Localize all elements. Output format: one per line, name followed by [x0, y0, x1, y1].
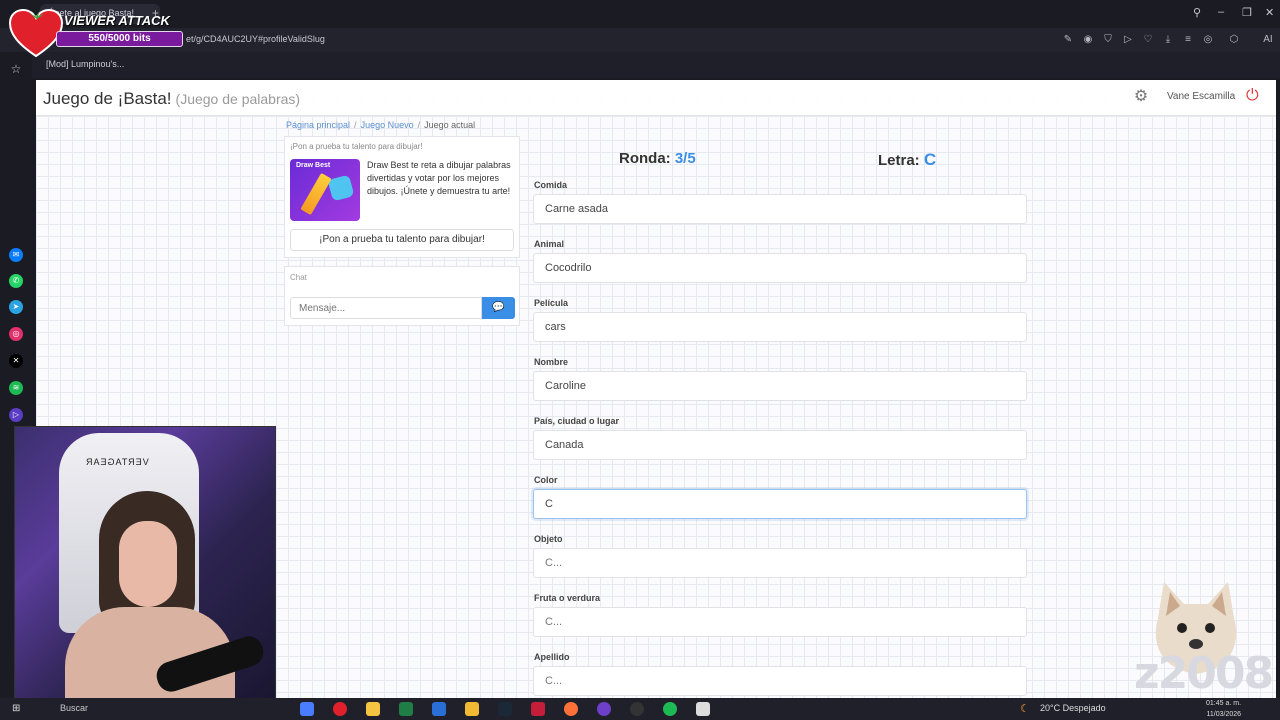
whatsapp-icon[interactable]: ✆	[9, 274, 23, 288]
shield-icon[interactable]: ⛉	[1102, 34, 1114, 46]
obs-icon[interactable]	[630, 702, 644, 716]
bookmarks-bar	[0, 52, 1280, 78]
field-label-nombre: Nombre	[534, 357, 569, 367]
browser-tab-bar	[0, 0, 1280, 28]
windows-start-icon[interactable]: ⊞	[12, 703, 20, 714]
user-name[interactable]: Vane Escamilla	[1167, 91, 1235, 102]
spotify-taskbar-icon[interactable]	[663, 702, 677, 716]
field-label-objeto: Objeto	[534, 534, 563, 544]
field-input-objeto[interactable]	[533, 548, 1027, 578]
send-message-button[interactable]: 💬	[482, 297, 515, 319]
chair-brand-text: VERTAGEAR	[85, 457, 149, 467]
bookmark-item[interactable]: [Mod] Lumpinou's...	[46, 59, 124, 69]
weather-icon: ☾	[1020, 703, 1030, 715]
opera-icon[interactable]	[333, 702, 347, 716]
chat-panel: Chat 💬	[284, 266, 520, 326]
breadcrumb: Página principal / Juego Nuevo / Juego actua…	[286, 120, 476, 130]
app-icon-1[interactable]	[300, 702, 314, 716]
camera-icon[interactable]: ◉	[1082, 34, 1094, 46]
breadcrumb-home[interactable]: Página principal	[286, 120, 350, 130]
brand-title: Juego de ¡Basta!	[43, 89, 172, 108]
promo-card: ¡Pon a prueba tu talento para dibujar! D…	[284, 136, 520, 258]
app-icon-10[interactable]	[597, 702, 611, 716]
field-label-fruta: Fruta o verdura	[534, 593, 601, 603]
gear-icon[interactable]: ⚙	[1132, 88, 1150, 106]
field-input-animal[interactable]	[533, 253, 1027, 283]
promo-title: ¡Pon a prueba tu talento para dibujar!	[290, 142, 423, 151]
app-icon-8[interactable]	[531, 702, 545, 716]
power-icon[interactable]: ⏻	[1246, 87, 1259, 105]
close-icon[interactable]: ✕	[1265, 6, 1274, 19]
field-label-pais: País, ciudad o lugar	[534, 416, 620, 426]
steam-icon[interactable]	[498, 702, 512, 716]
extension-icon[interactable]: ⬡	[1228, 34, 1240, 46]
chat-message-input[interactable]	[290, 297, 482, 319]
letter-label: Letra:	[878, 152, 920, 169]
promo-image-label: Draw Best	[296, 162, 331, 169]
clock-date: 11/03/2026	[1206, 711, 1242, 718]
field-label-color: Color	[534, 475, 558, 485]
app-icon-13[interactable]	[696, 702, 710, 716]
profile-icon[interactable]: ◎	[1202, 34, 1214, 46]
field-label-comida: Comida	[534, 180, 568, 190]
webcam-overlay: VERTAGEAR	[14, 426, 276, 700]
field-input-apellido[interactable]	[533, 666, 1027, 696]
promo-image[interactable]: Draw Best	[290, 159, 360, 221]
star-icon[interactable]: ☆	[9, 62, 23, 76]
letter-indicator: Letra: C	[878, 150, 936, 170]
messenger-icon[interactable]: ✉	[9, 248, 23, 262]
excel-icon[interactable]	[399, 702, 413, 716]
bits-progress-bar: 550/5000 bits	[56, 31, 183, 47]
heart-icon[interactable]: ♡	[1142, 34, 1154, 46]
promo-text: Draw Best te reta a dibujar palabras div…	[367, 160, 511, 196]
round-value: 3/5	[674, 150, 696, 167]
field-input-fruta[interactable]	[533, 607, 1027, 637]
ai-icon[interactable]: AI	[1258, 34, 1278, 46]
taskbar-clock[interactable]: 01:45 a. m. 11/03/2026	[1206, 698, 1241, 720]
menu-icon[interactable]: ≡	[1182, 34, 1194, 46]
telegram-icon[interactable]: ➤	[9, 300, 23, 314]
weather-text[interactable]: 20°C Despejado	[1040, 703, 1106, 713]
brand-subtitle: (Juego de palabras)	[175, 91, 301, 107]
breadcrumb-current: Juego actual	[424, 120, 476, 130]
field-input-pelicula[interactable]	[533, 312, 1027, 342]
viewer-attack-title: VIEWER ATTACK	[64, 13, 170, 28]
edit-icon[interactable]: ✎	[1062, 34, 1074, 46]
field-input-comida[interactable]	[533, 194, 1027, 224]
clock-time: 01:45 a. m.	[1206, 700, 1242, 707]
spotify-icon[interactable]: ≋	[9, 381, 23, 395]
draw-best-button[interactable]: ¡Pon a prueba tu talento para dibujar!	[290, 229, 514, 251]
search-icon[interactable]: ⚲	[1193, 6, 1201, 19]
app-icon-3[interactable]	[366, 702, 380, 716]
page-title[interactable]: Juego de ¡Basta! (Juego de palabras)	[43, 89, 300, 109]
chat-title: Chat	[290, 273, 307, 282]
round-indicator: Ronda: 3/5	[619, 150, 696, 167]
app-icon-5[interactable]	[432, 702, 446, 716]
download-icon[interactable]: ⤓	[1162, 34, 1174, 46]
letter-value: C	[923, 150, 937, 169]
streamer-face	[119, 521, 177, 607]
x-icon[interactable]: ✕	[9, 354, 23, 368]
breadcrumb-new-game[interactable]: Juego Nuevo	[361, 120, 414, 130]
field-label-pelicula: Película	[534, 298, 569, 308]
field-input-color[interactable]	[533, 489, 1027, 519]
field-label-animal: Animal	[534, 239, 565, 249]
maximize-icon[interactable]: ❐	[1242, 6, 1252, 19]
field-input-pais[interactable]	[533, 430, 1027, 460]
round-label: Ronda:	[619, 150, 671, 167]
instagram-icon[interactable]: ◎	[9, 327, 23, 341]
pencil-icon	[300, 172, 332, 216]
url-text[interactable]: et/g/CD4AUC2UY#profileValidSlug	[186, 34, 325, 44]
paint-splash-icon	[327, 174, 355, 202]
minimize-icon[interactable]: –	[1218, 6, 1224, 18]
firefox-icon[interactable]	[564, 702, 578, 716]
play-icon[interactable]: ▷	[1122, 34, 1134, 46]
folder-icon[interactable]	[465, 702, 479, 716]
watermark-text: z2008	[1134, 648, 1274, 699]
player-icon[interactable]: ▷	[9, 408, 23, 422]
field-input-nombre[interactable]	[533, 371, 1027, 401]
field-label-apellido: Apellido	[534, 652, 570, 662]
taskbar-search[interactable]: Buscar	[60, 703, 88, 713]
